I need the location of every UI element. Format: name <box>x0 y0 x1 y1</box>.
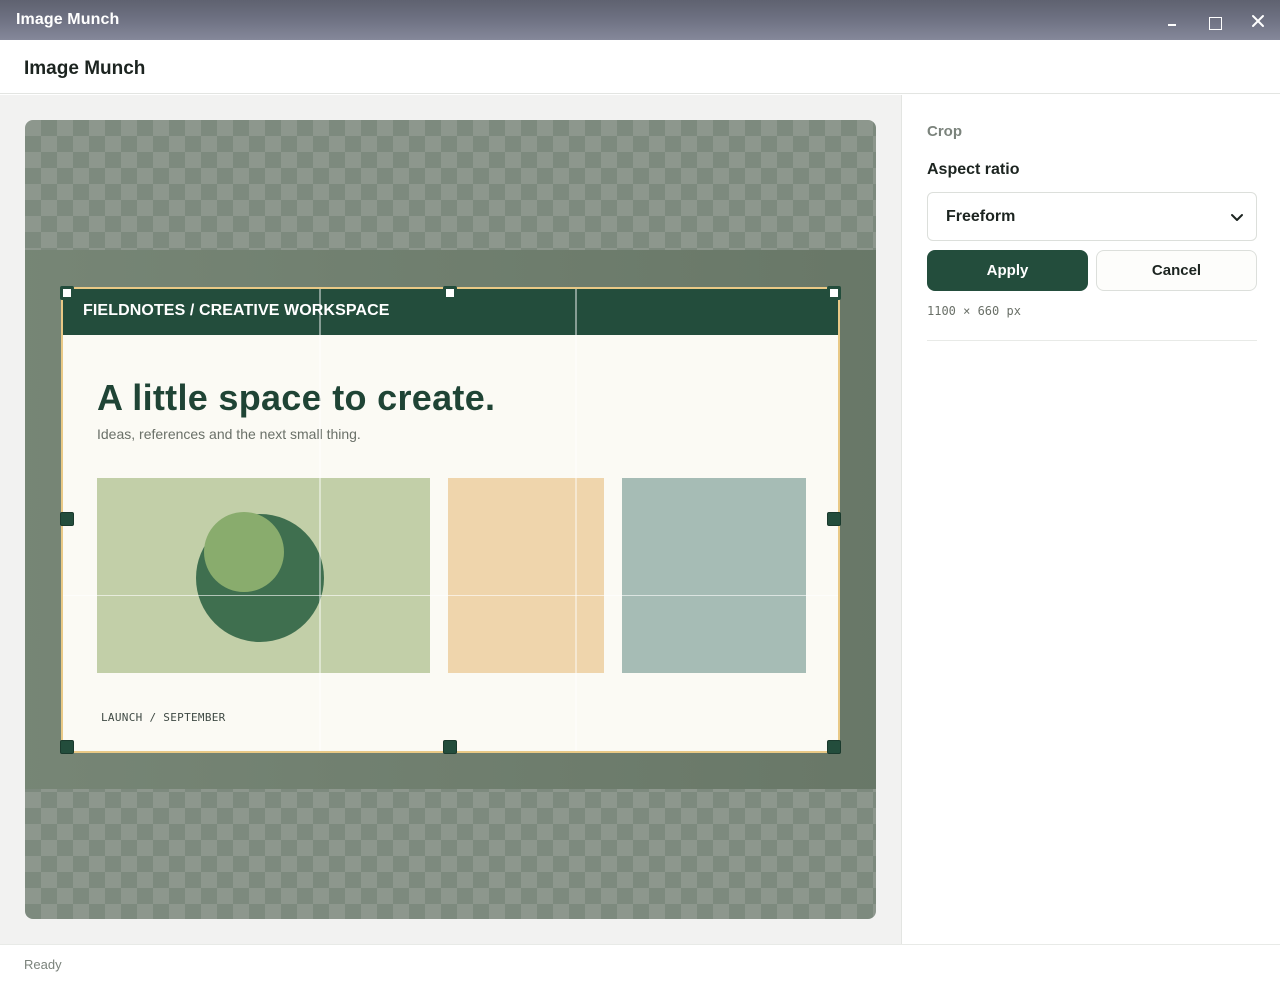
app-header: Image Munch <box>0 40 1280 94</box>
crop-handle-left[interactable] <box>60 512 74 526</box>
aspect-ratio-value: Freeform <box>946 207 1016 225</box>
poster-headline: A little space to create. <box>97 377 496 418</box>
aspect-ratio-label: Aspect ratio <box>927 161 1020 178</box>
apply-button[interactable]: Apply <box>927 250 1088 291</box>
app-title: Image Munch <box>24 58 146 79</box>
maximize-icon[interactable] <box>1202 8 1228 34</box>
green-tile <box>97 478 430 673</box>
window-titlebar: Image Munch <box>0 0 1280 40</box>
poster-brand: FIELDNOTES / CREATIVE WORKSPACE <box>83 302 390 319</box>
section-label: Crop <box>927 123 962 140</box>
status-text: Ready <box>24 957 62 972</box>
image-canvas[interactable]: FIELDNOTES / CREATIVE WORKSPACE A little… <box>25 120 876 919</box>
editor-main: FIELDNOTES / CREATIVE WORKSPACE A little… <box>0 95 901 944</box>
poster-subheadline: Ideas, references and the next small thi… <box>97 426 361 442</box>
crop-grid-line-vertical <box>319 289 321 751</box>
peach-tile <box>448 478 604 673</box>
poster-caption: LAUNCH / SEPTEMBER <box>101 711 226 724</box>
crop-handle-top-right[interactable] <box>827 286 841 300</box>
crop-handle-right[interactable] <box>827 512 841 526</box>
sidebar-divider <box>927 340 1257 341</box>
aspect-ratio-select[interactable]: Freeform <box>927 192 1257 241</box>
crop-handle-bottom[interactable] <box>443 740 457 754</box>
crop-grid-line-vertical <box>575 289 577 751</box>
crop-region[interactable]: FIELDNOTES / CREATIVE WORKSPACE A little… <box>61 287 840 753</box>
close-icon[interactable] <box>1245 8 1271 34</box>
crop-dimensions: 1100 × 660 px <box>927 304 1021 318</box>
light-circle-shape <box>204 512 284 592</box>
crop-handle-top-left[interactable] <box>60 286 74 300</box>
window-title: Image Munch <box>16 11 120 28</box>
cancel-button[interactable]: Cancel <box>1096 250 1257 291</box>
crop-handle-bottom-right[interactable] <box>827 740 841 754</box>
minimize-icon[interactable] <box>1159 8 1185 34</box>
teal-tile <box>622 478 806 673</box>
crop-handle-bottom-left[interactable] <box>60 740 74 754</box>
crop-handle-top[interactable] <box>443 286 457 300</box>
crop-sidebar: Crop Aspect ratio Freeform Apply Cancel … <box>901 95 1280 944</box>
chevron-down-icon <box>1231 214 1243 221</box>
status-bar: Ready <box>0 944 1280 982</box>
crop-grid-line-horizontal <box>63 595 838 596</box>
